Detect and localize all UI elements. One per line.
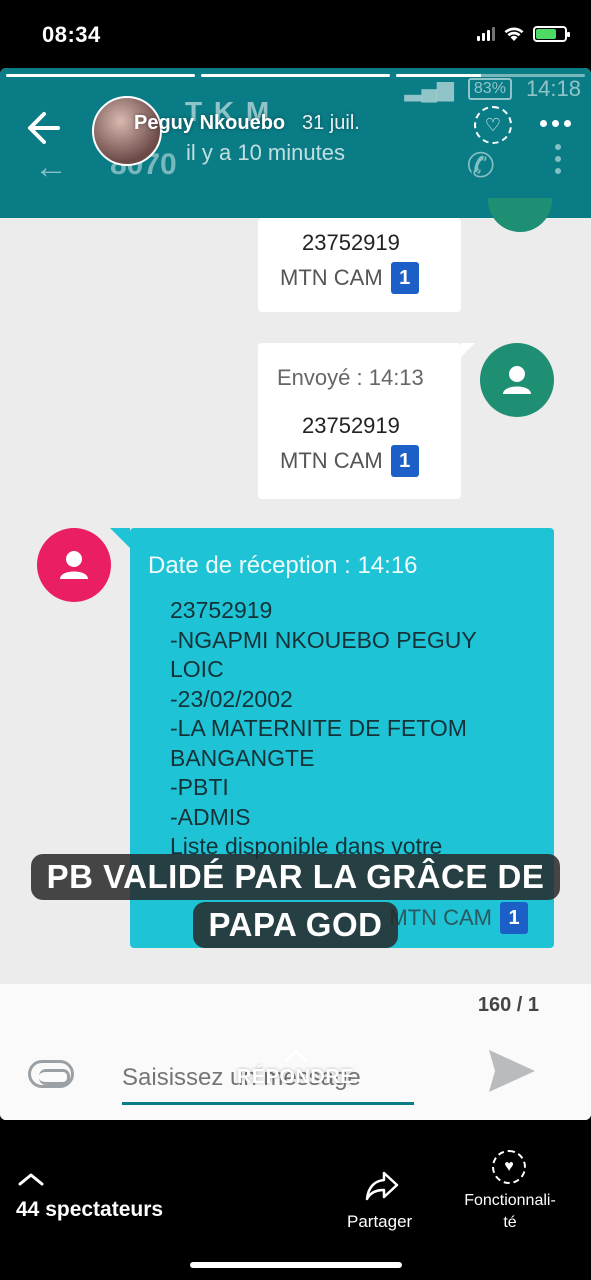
heart-icon[interactable]: ♡ — [474, 106, 512, 144]
contact-avatar-partial — [488, 198, 552, 232]
message-meta: Date de réception : 14:16 — [148, 552, 418, 579]
story-caption-line1: PB VALIDÉ PAR LA GRÂCE DE — [0, 854, 591, 900]
message-sim: MTN CAM 1 — [280, 445, 419, 477]
features-button[interactable]: Fonctionnali- té — [450, 1190, 570, 1234]
progress-segment — [396, 74, 585, 77]
story-progress — [6, 74, 585, 77]
home-indicator — [190, 1262, 402, 1268]
char-count: 160 / 1 — [477, 994, 539, 1016]
message-bubble-outgoing: Envoyé : 14:13 23752919 MTN CAM 1 — [258, 343, 475, 499]
person-icon — [503, 366, 531, 394]
contact-avatar — [480, 343, 554, 417]
sim-badge: 1 — [390, 445, 419, 477]
chevron-up-icon — [285, 1049, 306, 1062]
caption-text: PAPA GOD — [192, 902, 399, 948]
sender-avatar — [37, 528, 111, 602]
message-number: 23752919 — [302, 230, 400, 255]
status-icons — [477, 26, 570, 42]
share-button[interactable]: Partager — [347, 1212, 412, 1232]
message-number: 23752919 — [302, 413, 400, 438]
sms-status-row: ▂▄▆ 83% 14:18 — [404, 76, 581, 102]
progress-segment — [6, 74, 195, 77]
message-body: 23752919 -NGAPMI NKOUEBO PEGUY LOIC -23/… — [170, 597, 477, 859]
sms-signal-icon: ▂▄▆ — [404, 76, 454, 101]
reply-button[interactable]: RÉPONDRE — [0, 1048, 591, 1089]
story-caption-line2: PAPA GOD — [0, 902, 591, 948]
progress-segment — [201, 74, 390, 77]
sms-battery: 83% — [467, 78, 512, 100]
message-bubble-outgoing: 23752919 MTN CAM 1 — [258, 218, 461, 312]
sms-status-time: 14:18 — [525, 76, 581, 101]
story-view[interactable]: ▂▄▆ 83% 14:18 T K M ← 8070 ✆ Peguy Nkoue… — [0, 68, 591, 1120]
phone-icon: ✆ — [466, 147, 496, 185]
story-date: 31 juil. — [302, 112, 360, 134]
status-bar: 08:34 — [0, 0, 591, 70]
sms-menu-icon — [555, 144, 561, 174]
story-user-name[interactable]: Peguy Nkouebo — [134, 112, 285, 135]
reply-label: RÉPONDRE — [236, 1066, 355, 1088]
time-ago: il y a 10 minutes — [186, 140, 345, 165]
features-label: Fonctionnali- té — [464, 1192, 556, 1231]
cellular-signal-icon — [477, 27, 495, 41]
story-bottom-bar: 44 spectateurs Partager ♥ Fonctionnali- … — [0, 1120, 591, 1280]
input-underline — [122, 1102, 414, 1105]
sms-back-arrow-icon: ← — [34, 148, 68, 186]
caption-text: PB VALIDÉ PAR LA GRÂCE DE — [30, 854, 561, 900]
message-sim: MTN CAM 1 — [280, 262, 419, 294]
viewers-count[interactable]: 44 spectateurs — [16, 1198, 163, 1222]
sim-label: MTN CAM — [280, 265, 383, 290]
back-arrow-icon[interactable] — [22, 108, 62, 148]
chevron-up-icon[interactable] — [18, 1172, 44, 1186]
share-icon[interactable] — [364, 1170, 400, 1202]
heart-icon[interactable]: ♥ — [492, 1150, 526, 1184]
more-dots-icon[interactable] — [540, 120, 571, 127]
battery-icon — [533, 26, 570, 42]
status-time: 08:34 — [42, 22, 101, 47]
wifi-icon — [504, 27, 524, 41]
message-meta: Envoyé : 14:13 — [277, 365, 424, 390]
person-icon — [60, 551, 88, 579]
sim-badge: 1 — [390, 262, 419, 294]
sim-label: MTN CAM — [280, 448, 383, 473]
